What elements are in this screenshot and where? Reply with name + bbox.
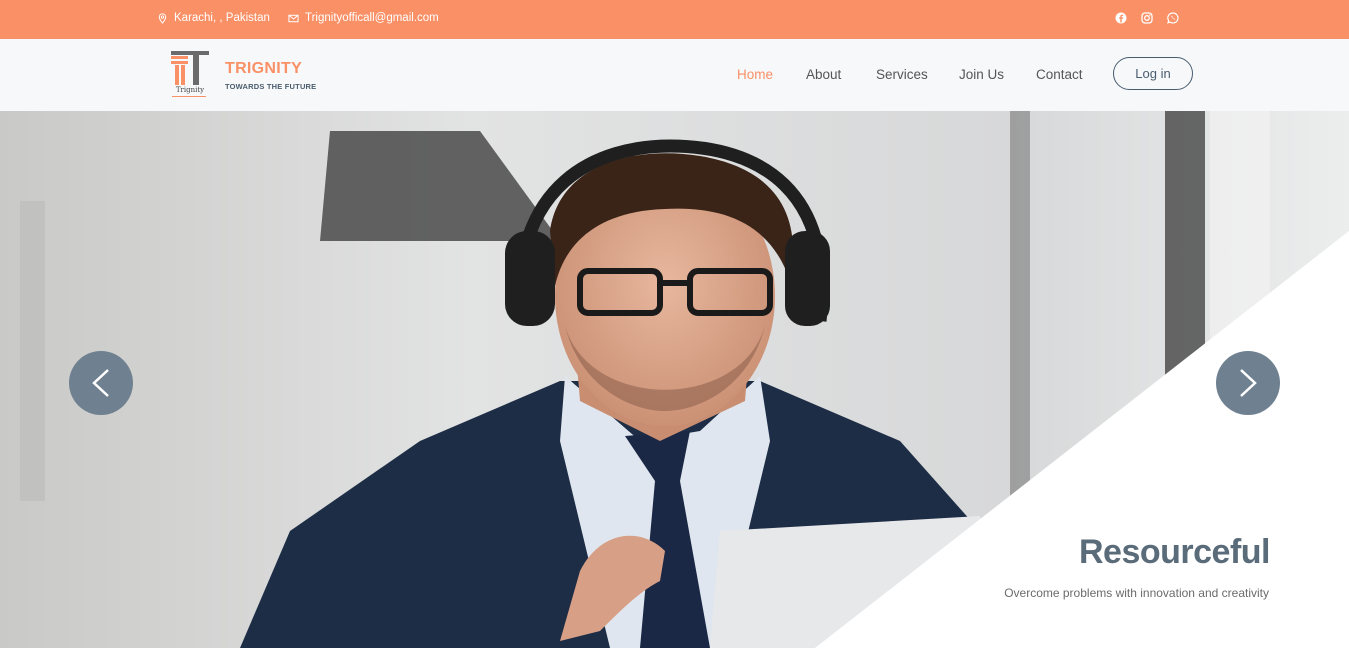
email-link[interactable]: Trignityofficall@gmail.com [305,12,439,24]
brand-tagline: TOWARDS THE FUTURE [225,82,317,91]
envelope-icon [288,14,299,22]
next-slide-button[interactable] [1216,351,1280,415]
nav-services[interactable]: Services [876,67,928,82]
brand-name[interactable]: TRIGNITY [225,60,302,78]
top-bar: Karachi, , Pakistan Trignityofficall@gma… [0,0,1349,39]
nav-home[interactable]: Home [737,67,773,82]
logo-caption: Trignity [175,86,205,94]
facebook-icon[interactable] [1114,11,1128,25]
email-info[interactable]: Trignityofficall@gmail.com [288,12,439,24]
logo-underline [172,96,206,97]
site-header: Trignity TRIGNITY TOWARDS THE FUTURE Hom… [0,39,1349,111]
nav-contact[interactable]: Contact [1036,67,1083,82]
location-text: Karachi, , Pakistan [174,12,270,24]
prev-slide-button[interactable] [69,351,133,415]
location-info: Karachi, , Pakistan [157,12,270,24]
logo[interactable]: Trignity [170,51,210,99]
hero-slider: Resourceful Overcome problems with innov… [0,111,1349,648]
map-pin-icon [158,12,167,24]
slide-subtitle: Overcome problems with innovation and cr… [1004,586,1269,600]
login-button[interactable]: Log in [1113,57,1193,90]
social-links [1114,11,1180,25]
instagram-icon[interactable] [1140,11,1154,25]
chevron-left-icon [92,369,109,397]
whatsapp-icon[interactable] [1166,11,1180,25]
chevron-right-icon [1240,369,1257,397]
slide-title: Resourceful [1079,533,1271,571]
nav-about[interactable]: About [806,67,841,82]
nav-join-us[interactable]: Join Us [959,67,1004,82]
